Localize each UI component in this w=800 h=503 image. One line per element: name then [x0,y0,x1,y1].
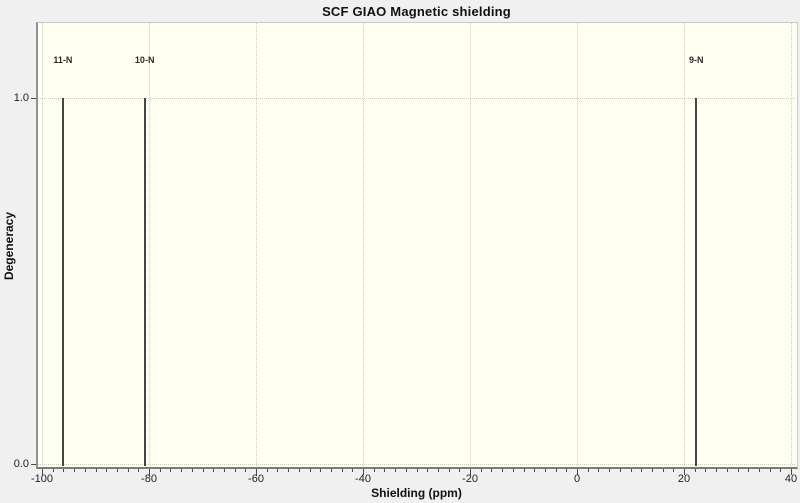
x-gridline [149,22,150,466]
x-minor-tick [737,469,739,472]
x-minor-tick [705,469,707,472]
x-minor-tick [502,469,504,472]
x-minor-tick [491,469,493,472]
x-minor-tick [330,469,332,472]
x-minor-tick [619,469,621,472]
x-minor-tick [523,469,525,472]
peak-line [143,98,146,466]
peak-line [61,98,64,466]
x-minor-tick [641,469,643,472]
x-minor-tick [662,469,664,472]
x-minor-tick [234,469,236,472]
x-minor-tick [213,469,215,472]
x-minor-tick [716,469,718,472]
peak-line [695,98,698,466]
x-minor-tick [544,469,546,472]
x-minor-tick [52,469,54,472]
x-tick-label: -80 [141,473,157,485]
x-minor-tick [384,469,386,472]
peak-label: 9-N [689,55,704,65]
x-tick-label: 20 [677,473,691,485]
x-minor-tick [277,469,279,472]
x-minor-tick [566,469,568,472]
chart-title: SCF GIAO Magnetic shielding [322,4,511,19]
y-gridline [38,463,795,465]
x-minor-tick [223,469,225,472]
x-minor-tick [373,469,375,472]
x-tick-label: -60 [248,473,264,485]
x-tick-label: -40 [355,473,371,485]
x-axis-title: Shielding (ppm) [371,486,462,500]
x-minor-tick [480,469,482,472]
y-tick [31,463,36,465]
x-minor-tick [651,469,653,472]
x-minor-tick [405,469,407,472]
x-minor-tick [288,469,290,472]
x-minor-tick [298,469,300,472]
x-minor-tick [427,469,429,472]
x-minor-tick [448,469,450,472]
y-tick-label: 0.0 [13,457,29,470]
x-gridline [42,22,43,466]
x-gridline [684,22,685,466]
x-minor-tick [416,469,418,472]
x-minor-tick [673,469,675,472]
y-gridline [38,98,795,99]
x-tick-label: 0 [573,473,581,485]
x-minor-tick [63,469,65,472]
x-minor-tick [437,469,439,472]
x-minor-tick [245,469,247,472]
x-minor-tick [95,469,97,472]
x-minor-tick [587,469,589,472]
x-minor-tick [106,469,108,472]
x-minor-tick [116,469,118,472]
x-gridline [791,22,792,466]
x-minor-tick [780,469,782,472]
peak-label: 11-N [53,55,73,65]
x-minor-tick [309,469,311,472]
x-minor-tick [138,469,140,472]
x-tick-label: -20 [462,473,478,485]
x-minor-tick [758,469,760,472]
x-minor-tick [127,469,129,472]
x-minor-tick [395,469,397,472]
x-minor-tick [694,469,696,472]
x-gridline [577,22,578,466]
x-minor-tick [84,469,86,472]
x-minor-tick [320,469,322,472]
x-minor-tick [341,469,343,472]
x-tick-label: -100 [30,473,54,485]
x-minor-tick [74,469,76,472]
spectrum-chart: SCF GIAO Magnetic shielding -100 -80 -60 -4… [0,0,800,503]
x-gridline [363,22,364,466]
x-minor-tick [459,469,461,472]
x-minor-tick [748,469,750,472]
peak-label: 10-N [134,55,155,65]
x-minor-tick [352,469,354,472]
x-minor-tick [630,469,632,472]
x-minor-tick [534,469,536,472]
x-minor-tick [769,469,771,472]
x-minor-tick [202,469,204,472]
x-minor-tick [159,469,161,472]
x-minor-tick [555,469,557,472]
x-minor-tick [609,469,611,472]
x-gridline [470,22,471,466]
x-minor-tick [181,469,183,472]
x-minor-tick [266,469,268,472]
x-minor-tick [170,469,172,472]
x-minor-tick [512,469,514,472]
y-axis-title: Degeneracy [2,211,16,281]
x-tick-label: 40 [784,473,798,485]
x-minor-tick [726,469,728,472]
y-tick-label: 1.0 [13,92,29,104]
y-tick [31,98,36,99]
x-minor-tick [191,469,193,472]
x-gridline [256,22,257,466]
x-minor-tick [598,469,600,472]
